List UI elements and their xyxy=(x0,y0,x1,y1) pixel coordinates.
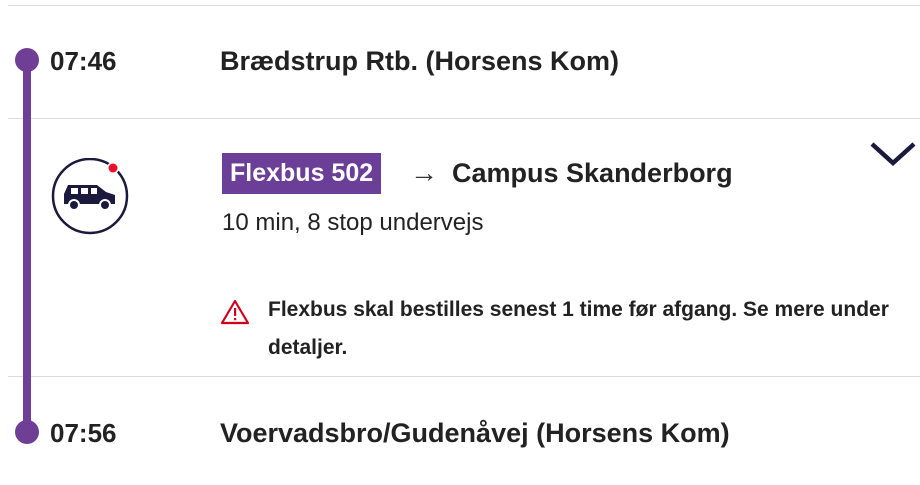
departure-stop-name[interactable]: Brædstrup Rtb. (Horsens Kom) xyxy=(220,45,619,77)
live-indicator-dot xyxy=(108,163,118,173)
leg-divider-bottom xyxy=(8,376,920,377)
expand-details-button[interactable] xyxy=(868,135,918,171)
route-line xyxy=(23,56,31,432)
arrival-time: 07:56 xyxy=(50,418,117,448)
leg-duration: 10 min, 8 stop undervejs xyxy=(222,209,484,236)
booking-warning-text: Flexbus skal bestilles senest 1 time før… xyxy=(268,298,889,359)
destination-name: Campus Skanderborg xyxy=(452,158,733,188)
bus-icon xyxy=(50,157,130,238)
departure-stop-dot xyxy=(15,48,39,72)
departure-time: 07:46 xyxy=(50,46,117,76)
top-divider xyxy=(8,5,920,6)
direction-arrow: → xyxy=(410,157,438,188)
warning-triangle-icon xyxy=(220,298,250,326)
chevron-down-icon xyxy=(870,142,916,167)
leg-divider-top xyxy=(8,118,920,119)
arrival-stop-name[interactable]: Voervadsbro/Gudenåvej (Horsens Kom) xyxy=(220,417,730,449)
arrival-stop-dot xyxy=(15,420,39,444)
line-badge: Flexbus 502 xyxy=(222,153,382,194)
